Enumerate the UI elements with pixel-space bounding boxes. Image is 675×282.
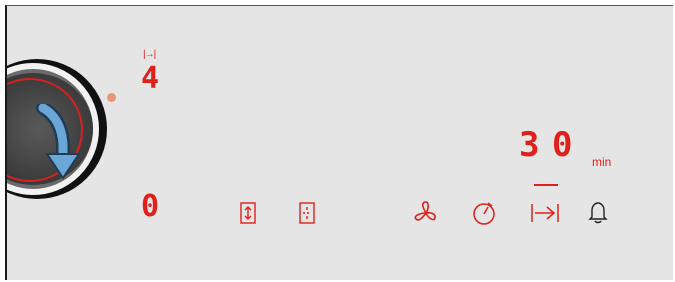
top-level-digit[interactable]: 4 — [141, 64, 159, 94]
bell-icon[interactable] — [587, 200, 609, 226]
zone-split-icon[interactable] — [298, 202, 316, 224]
timer-digit-ones: 0 — [552, 125, 573, 165]
timer-icon[interactable] — [530, 202, 560, 224]
bottom-level-digit[interactable]: 0 — [141, 192, 159, 222]
stopwatch-icon[interactable] — [471, 200, 497, 226]
timer-digit-tens: 3 — [519, 125, 546, 165]
timer-unit-label: min — [592, 155, 612, 169]
control-panel: |→| 4 0 3 0 min — [5, 5, 673, 280]
duration-icon[interactable] — [239, 202, 257, 224]
indicator-dot — [107, 93, 116, 102]
timer-selected-indicator — [534, 184, 558, 186]
rotate-arrow-icon — [36, 104, 81, 180]
top-level-symbol: |→| — [143, 49, 156, 60]
fan-icon[interactable] — [413, 200, 439, 226]
